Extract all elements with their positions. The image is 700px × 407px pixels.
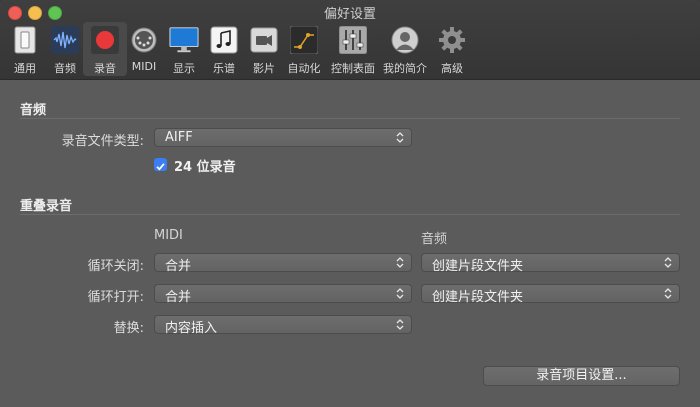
- chevron-up-down-icon: [396, 288, 404, 299]
- chevron-up-down-icon: [396, 319, 404, 330]
- bit24-label: 24 位录音: [174, 160, 236, 175]
- loop-on-audio-value: 创建片段文件夹: [432, 290, 524, 305]
- chevron-up-down-icon: [664, 288, 672, 299]
- faders-icon: [338, 26, 368, 54]
- loop-off-audio-value: 创建片段文件夹: [432, 259, 524, 274]
- chevron-up-down-icon: [396, 257, 404, 268]
- waveform-icon: [50, 26, 80, 54]
- automation-curve-icon: [289, 26, 319, 54]
- audio-section-title: 音频: [20, 103, 47, 118]
- monitor-icon: [169, 26, 199, 54]
- tab-automation-label: 自动化: [287, 62, 321, 75]
- audio-section-divider: [20, 118, 680, 119]
- audio-column-header: 音频: [421, 232, 448, 247]
- record-icon: [90, 26, 120, 54]
- tab-advanced[interactable]: 高级: [430, 22, 474, 76]
- tab-automation[interactable]: 自动化: [282, 22, 326, 76]
- person-icon: [390, 26, 420, 54]
- loop-off-midi-popup[interactable]: 合并: [154, 253, 412, 274]
- recording-project-settings-button[interactable]: 录音项目设置...: [483, 366, 680, 386]
- tab-control-surfaces-label: 控制表面: [331, 62, 375, 75]
- loop-on-audio-popup[interactable]: 创建片段文件夹: [421, 284, 680, 305]
- bit24-checkbox[interactable]: [154, 158, 167, 171]
- checkmark-icon: [156, 163, 165, 171]
- chevron-up-down-icon: [664, 257, 672, 268]
- gear-icon: [437, 26, 467, 54]
- window-title: 偏好设置: [323, 7, 376, 22]
- overlap-section-divider: [20, 214, 680, 215]
- switch-icon: [10, 26, 40, 54]
- loop-off-midi-value: 合并: [165, 259, 192, 274]
- loop-on-label: 循环打开:: [87, 290, 144, 305]
- video-camera-icon: [249, 26, 279, 54]
- replace-value: 内容插入: [165, 321, 218, 336]
- tab-advanced-label: 高级: [441, 62, 463, 75]
- replace-label: 替换:: [113, 321, 144, 336]
- overlap-section-title: 重叠录音: [20, 199, 73, 214]
- tab-my-info-label: 我的简介: [383, 62, 427, 75]
- music-notes-icon: [209, 26, 239, 54]
- loop-on-midi-value: 合并: [165, 290, 192, 305]
- tab-control-surfaces[interactable]: 控制表面: [331, 22, 375, 76]
- chevron-up-down-icon: [396, 132, 404, 143]
- midi-connector-icon: [129, 26, 159, 54]
- loop-on-midi-popup[interactable]: 合并: [154, 284, 412, 305]
- title-bar: 偏好设置 通用 音频 录音 MIDI 显示 乐谱 影片 自动化 控制表面 我的简…: [0, 0, 700, 80]
- loop-off-audio-popup[interactable]: 创建片段文件夹: [421, 253, 680, 274]
- file-type-popup[interactable]: AIFF: [154, 128, 412, 147]
- file-type-label: 录音文件类型:: [61, 134, 144, 149]
- tab-my-info[interactable]: 我的简介: [383, 22, 427, 76]
- loop-off-label: 循环关闭:: [87, 259, 144, 274]
- replace-popup[interactable]: 内容插入: [154, 315, 412, 336]
- midi-column-header: MIDI: [154, 228, 183, 243]
- file-type-value: AIFF: [165, 130, 193, 145]
- preferences-toolbar: 通用 音频 录音 MIDI 显示 乐谱 影片 自动化 控制表面 我的简介 高级: [0, 22, 700, 78]
- preferences-window: 偏好设置 通用 音频 录音 MIDI 显示 乐谱 影片 自动化 控制表面 我的简…: [0, 0, 700, 407]
